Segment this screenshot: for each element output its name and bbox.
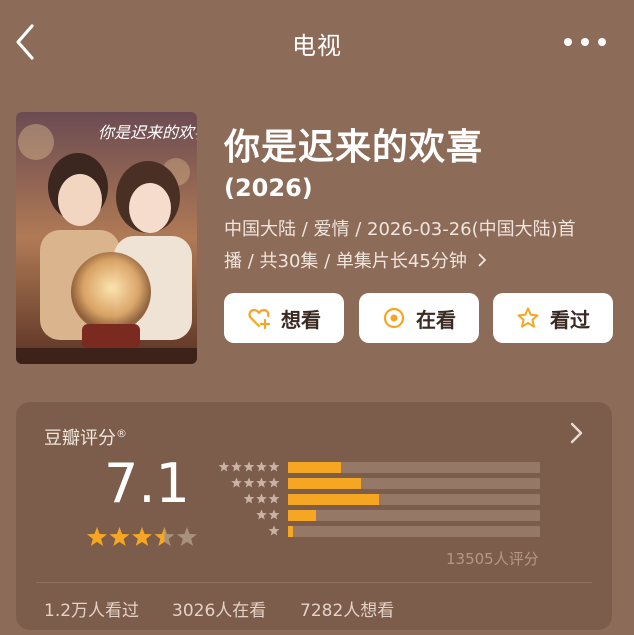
divider — [36, 582, 592, 583]
bar-star-label — [268, 525, 280, 536]
bar-star-label — [231, 477, 280, 488]
bar-track — [288, 510, 540, 521]
bar-star-label — [256, 509, 280, 520]
bar-star — [256, 509, 267, 520]
want-to-watch-button[interactable]: 想看 — [224, 293, 344, 343]
bar-track — [288, 494, 540, 505]
rating-card[interactable]: 豆瓣评分® 7.1 13505人评分 1.2万人看过 3026人在看 7282人… — [16, 402, 612, 630]
watched-button[interactable]: 看过 — [493, 293, 613, 343]
bar-track — [288, 462, 540, 473]
poster-image[interactable]: 你是迟来的欢喜 — [16, 112, 197, 364]
watching-label: 在看 — [416, 307, 456, 332]
watching-button[interactable]: 在看 — [359, 293, 479, 343]
rating-score: 7.1 — [104, 452, 190, 515]
bar-star — [256, 477, 267, 488]
bar-star — [243, 477, 255, 488]
bar-star — [256, 493, 267, 504]
bar-star-label — [243, 493, 280, 504]
target-circle-icon — [383, 307, 405, 329]
rating-star — [109, 527, 130, 546]
bar-star — [268, 477, 280, 488]
bar-fill — [288, 478, 362, 489]
bar-star — [231, 477, 242, 488]
bar-fill — [288, 494, 379, 505]
bar-star — [268, 509, 280, 520]
heart-plus-icon — [248, 308, 271, 330]
bar-track — [288, 526, 540, 537]
bar-star — [243, 493, 255, 504]
chevron-right-icon — [477, 246, 487, 278]
navigation-bar: 电视 — [0, 0, 634, 86]
rating-source-text: 豆瓣评分 — [44, 428, 116, 449]
watched-label: 看过 — [550, 307, 590, 332]
want-count: 7282人想看 — [300, 601, 395, 621]
registered-mark: ® — [116, 427, 127, 440]
bar-fill — [288, 510, 316, 521]
rating-source-label: 豆瓣评分® — [44, 424, 127, 450]
watching-count: 3026人在看 — [172, 601, 267, 621]
chevron-right-icon[interactable] — [568, 420, 586, 446]
show-year: (2026) — [224, 174, 313, 202]
bar-star — [218, 461, 230, 472]
show-meta-line-1: 中国大陆 / 爱情 / 2026-03-26(中国大陆)首 — [224, 219, 576, 240]
rating-star — [154, 527, 175, 546]
detail-page: 电视 你是迟来的欢 你是迟来的欢喜 (2026) 中国大陆 / 爱情 / 202… — [0, 0, 634, 635]
watched-count: 1.2万人看过 — [44, 601, 140, 621]
show-title: 你是迟来的欢喜 — [224, 127, 484, 168]
bar-star — [268, 525, 280, 536]
rating-star — [132, 527, 152, 546]
show-meta-line-2: 播 / 共30集 / 单集片长45分钟 — [224, 246, 616, 278]
rating-star — [177, 527, 197, 546]
bar-star — [256, 461, 267, 472]
more-dots-icon — [564, 38, 606, 46]
bar-fill — [288, 462, 341, 473]
bar-star — [268, 493, 280, 504]
show-meta-line-2-text: 播 / 共30集 / 单集片长45分钟 — [224, 251, 467, 272]
bar-track — [288, 478, 540, 489]
want-to-watch-label: 想看 — [281, 307, 321, 332]
star-outline-icon — [517, 307, 539, 328]
rating-count: 13505人评分 — [446, 550, 539, 568]
bar-star — [268, 461, 280, 472]
rating-star — [87, 527, 107, 546]
rating-stars — [87, 527, 197, 546]
bar-star-label — [218, 461, 280, 472]
show-meta[interactable]: 中国大陆 / 爱情 / 2026-03-26(中国大陆)首 播 / 共30集 /… — [224, 214, 616, 278]
bar-star — [243, 461, 255, 472]
bar-fill — [288, 526, 294, 537]
bar-star — [231, 461, 242, 472]
page-title: 电视 — [292, 32, 342, 60]
poster-illustration: 你是迟来的欢喜 — [16, 112, 197, 364]
poster-calligraphy: 你是迟来的欢喜 — [98, 123, 197, 142]
more-button[interactable] — [562, 30, 608, 54]
